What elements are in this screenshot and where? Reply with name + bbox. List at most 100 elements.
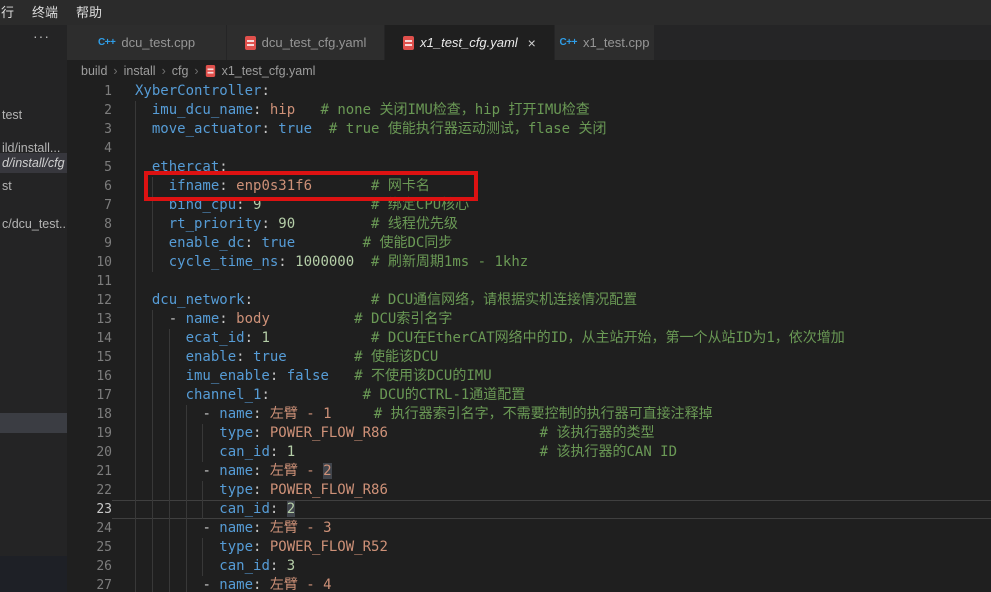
indent-guide: [186, 538, 187, 557]
code-line[interactable]: 4: [67, 139, 991, 158]
indent-guide: [186, 481, 187, 500]
tab-label: x1_test_cfg.yaml: [420, 35, 518, 50]
indent-guide: [135, 348, 136, 367]
breadcrumb-build[interactable]: build: [81, 64, 107, 78]
line-number: 5: [67, 158, 112, 177]
line-content: imu_enable: false # 不使用该DCU的IMU: [112, 367, 991, 386]
code-line[interactable]: 10 cycle_time_ns: 1000000 # 刷新周期1ms - 1k…: [67, 253, 991, 272]
code-line[interactable]: 19 type: POWER_FLOW_R86 # 该执行器的类型: [67, 424, 991, 443]
tab-x1-test-cfg-yaml[interactable]: x1_test_cfg.yaml ×: [385, 25, 555, 60]
indent-guide: [169, 367, 170, 386]
code-line[interactable]: 12 dcu_network: # DCU通信网络，请根据实机连接情况配置: [67, 291, 991, 310]
code-line[interactable]: 2 imu_dcu_name: hip # none 关闭IMU检查，hip 打…: [67, 101, 991, 120]
code-line[interactable]: 1XyberController:: [67, 82, 991, 101]
code-line[interactable]: 11: [67, 272, 991, 291]
code-line[interactable]: 22 type: POWER_FLOW_R86: [67, 481, 991, 500]
breadcrumb-install[interactable]: install: [124, 64, 156, 78]
line-number: 1: [67, 82, 112, 101]
code-line[interactable]: 27 - name: 左臂 - 4: [67, 576, 991, 592]
line-number: 20: [67, 443, 112, 462]
line-content: cycle_time_ns: 1000000 # 刷新周期1ms - 1khz: [112, 253, 991, 272]
code-line[interactable]: 25 type: POWER_FLOW_R52: [67, 538, 991, 557]
indent-guide: [135, 139, 136, 158]
indent-guide: [202, 500, 203, 519]
code-line[interactable]: 15 enable: true # 使能该DCU: [67, 348, 991, 367]
indent-guide: [135, 310, 136, 329]
code-line[interactable]: 14 ecat_id: 1 # DCU在EtherCAT网络中的ID，从主站开始…: [67, 329, 991, 348]
indent-guide: [135, 557, 136, 576]
sidebar-selected-row: [0, 413, 67, 433]
menu-item-help[interactable]: 帮助: [67, 0, 111, 25]
indent-guide: [135, 405, 136, 424]
indent-guide: [169, 424, 170, 443]
more-actions-icon[interactable]: ···: [33, 28, 50, 44]
code-line[interactable]: 20 can_id: 1 # 该执行器的CAN ID: [67, 443, 991, 462]
line-number: 23: [67, 500, 112, 519]
tab-label: dcu_test.cpp: [121, 35, 195, 50]
chevron-right-icon: ›: [194, 64, 198, 78]
indent-guide: [152, 310, 153, 329]
indent-guide: [186, 576, 187, 592]
indent-guide: [135, 538, 136, 557]
line-content: [112, 139, 991, 158]
yaml-file-icon: [205, 65, 214, 77]
sidebar-item-st[interactable]: st: [0, 176, 67, 196]
line-content: imu_dcu_name: hip # none 关闭IMU检查，hip 打开I…: [112, 101, 991, 120]
tab-x1-test-cpp[interactable]: C++ x1_test.cpp: [555, 25, 655, 60]
sidebar-item-test[interactable]: test: [0, 105, 67, 125]
menu-item-run[interactable]: 行: [0, 0, 23, 25]
line-content: can_id: 2: [112, 500, 991, 519]
code-line[interactable]: 21 - name: 左臂 - 2: [67, 462, 991, 481]
editor[interactable]: 1XyberController:2 imu_dcu_name: hip # n…: [67, 82, 991, 592]
code-line[interactable]: 3 move_actuator: true # true 使能执行器运动测试，f…: [67, 120, 991, 139]
code-line[interactable]: 18 - name: 左臂 - 1 # 执行器索引名字，不需要控制的执行器可直接…: [67, 405, 991, 424]
breadcrumb-cfg[interactable]: cfg: [172, 64, 189, 78]
indent-guide: [152, 576, 153, 592]
indent-guide: [135, 196, 136, 215]
tab-dcu-test-cpp[interactable]: C++ dcu_test.cpp: [67, 25, 227, 60]
indent-guide: [135, 386, 136, 405]
indent-guide: [169, 576, 170, 592]
line-content: - name: 左臂 - 4: [112, 576, 991, 592]
indent-guide: [152, 405, 153, 424]
code-line[interactable]: 24 - name: 左臂 - 3: [67, 519, 991, 538]
code-line[interactable]: 23 can_id: 2: [67, 500, 991, 519]
indent-guide: [186, 557, 187, 576]
sidebar-bottom-panel: [0, 556, 67, 592]
menu-item-terminal[interactable]: 终端: [23, 0, 67, 25]
code-line[interactable]: 9 enable_dc: true # 使能DC同步: [67, 234, 991, 253]
line-content: - name: 左臂 - 3: [112, 519, 991, 538]
line-number: 2: [67, 101, 112, 120]
line-number: 19: [67, 424, 112, 443]
indent-guide: [152, 500, 153, 519]
indent-guide: [135, 519, 136, 538]
line-content: rt_priority: 90 # 线程优先级: [112, 215, 991, 234]
indent-guide: [135, 424, 136, 443]
close-icon[interactable]: ×: [528, 35, 536, 51]
line-number: 10: [67, 253, 112, 272]
indent-guide: [202, 481, 203, 500]
sidebar-item-install-cfg[interactable]: d/install/cfg: [0, 153, 67, 173]
indent-guide: [152, 348, 153, 367]
cpp-icon: C++: [98, 37, 115, 48]
sidebar-item-dcu-test[interactable]: c/dcu_test...: [0, 214, 67, 234]
indent-guide: [202, 424, 203, 443]
indent-guide: [152, 481, 153, 500]
line-number: 18: [67, 405, 112, 424]
code-line[interactable]: 26 can_id: 3: [67, 557, 991, 576]
tab-dcu-test-cfg-yaml[interactable]: dcu_test_cfg.yaml: [227, 25, 385, 60]
line-content: dcu_network: # DCU通信网络，请根据实机连接情况配置: [112, 291, 991, 310]
code-line[interactable]: 13 - name: body # DCU索引名字: [67, 310, 991, 329]
code-area: 1XyberController:2 imu_dcu_name: hip # n…: [67, 82, 991, 592]
code-line[interactable]: 16 imu_enable: false # 不使用该DCU的IMU: [67, 367, 991, 386]
indent-guide: [169, 386, 170, 405]
line-number: 22: [67, 481, 112, 500]
code-line[interactable]: 17 channel_1: # DCU的CTRL-1通道配置: [67, 386, 991, 405]
indent-guide: [169, 500, 170, 519]
annotation-red-box: [144, 171, 478, 201]
chevron-right-icon: ›: [162, 64, 166, 78]
indent-guide: [135, 272, 136, 291]
code-line[interactable]: 8 rt_priority: 90 # 线程优先级: [67, 215, 991, 234]
breadcrumb-file[interactable]: x1_test_cfg.yaml: [222, 64, 316, 78]
line-number: 8: [67, 215, 112, 234]
